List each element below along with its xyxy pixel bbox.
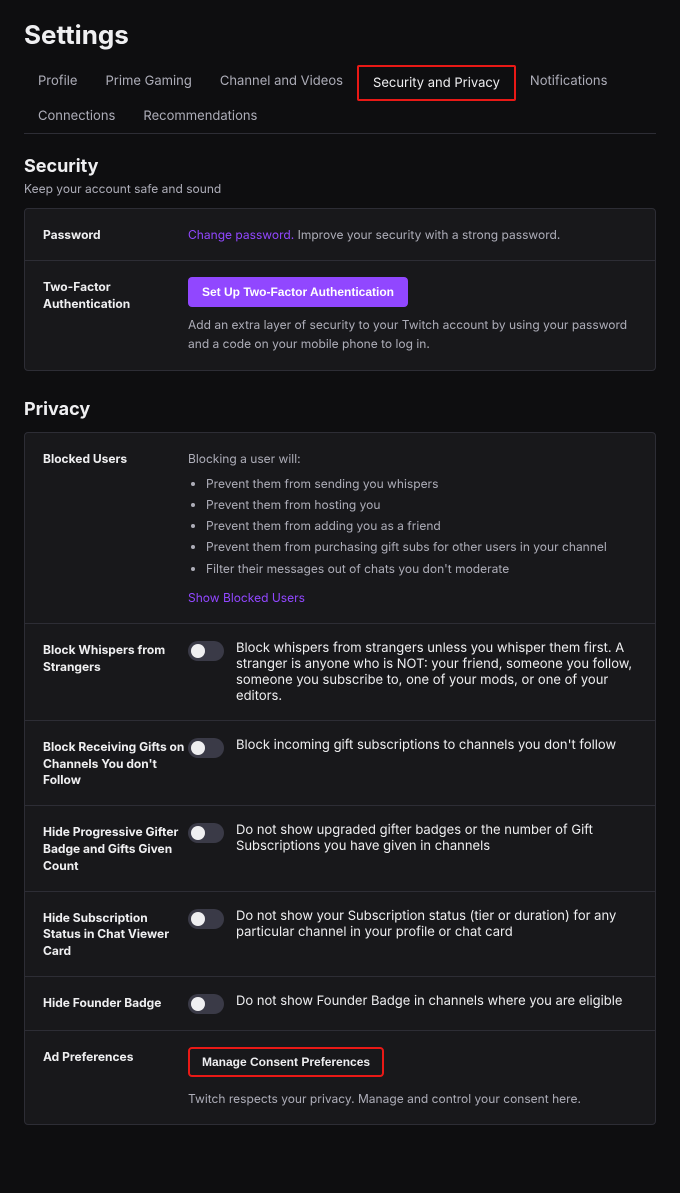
nav-security-privacy[interactable]: Security and Privacy [357,65,516,101]
security-table: Password Change password. Improve your s… [24,208,656,371]
ad-preferences-description: Twitch respects your privacy. Manage and… [188,1089,637,1108]
hide-gifter-badge-toggle[interactable] [188,823,224,843]
two-factor-row: Two-Factor Authentication Set Up Two-Fac… [25,261,655,369]
password-row: Password Change password. Improve your s… [25,209,655,261]
hide-founder-badge-description: Do not show Founder Badge in channels wh… [236,993,622,1009]
hide-founder-badge-toggle[interactable] [188,994,224,1014]
setup-2fa-button[interactable]: Set Up Two-Factor Authentication [188,277,408,307]
two-factor-content: Set Up Two-Factor Authentication Add an … [188,277,637,353]
password-label: Password [43,225,188,244]
hide-subscription-row: Hide Subscription Status in Chat Viewer … [25,892,655,977]
block-whispers-toggle[interactable] [188,641,224,661]
hide-gifter-badge-content: Do not show upgraded gifter badges or th… [188,822,637,854]
toggle-slider [188,641,224,661]
nav-connections[interactable]: Connections [24,100,129,134]
toggle-slider [188,823,224,843]
blocked-users-content: Blocking a user will: Prevent them from … [188,449,637,607]
blocked-users-label: Blocked Users [43,449,188,468]
hide-founder-badge-content: Do not show Founder Badge in channels wh… [188,993,637,1014]
block-whispers-label: Block Whispers from Strangers [43,640,188,676]
nav-notifications[interactable]: Notifications [516,65,622,101]
ad-preferences-label: Ad Preferences [43,1047,188,1066]
privacy-section-header: Privacy [24,399,656,420]
toggle-slider [188,994,224,1014]
hide-subscription-content: Do not show your Subscription status (ti… [188,908,637,940]
block-gifts-description: Block incoming gift subscriptions to cha… [236,737,616,753]
security-heading: Security [24,156,656,177]
manage-consent-button[interactable]: Manage Consent Preferences [188,1047,384,1077]
privacy-heading: Privacy [24,399,656,420]
hide-subscription-description: Do not show your Subscription status (ti… [236,908,637,940]
hide-subscription-label: Hide Subscription Status in Chat Viewer … [43,908,188,960]
change-password-link[interactable]: Change password. [188,227,294,242]
blocked-users-row: Blocked Users Blocking a user will: Prev… [25,433,655,624]
page-title: Settings [24,20,656,51]
hide-founder-badge-label: Hide Founder Badge [43,993,188,1012]
security-section-header: Security Keep your account safe and soun… [24,156,656,196]
list-item: Filter their messages out of chats you d… [206,559,637,578]
hide-gifter-badge-row: Hide Progressive Gifter Badge and Gifts … [25,806,655,891]
show-blocked-users-link[interactable]: Show Blocked Users [188,590,305,605]
list-item: Prevent them from sending you whispers [206,474,637,493]
ad-preferences-row: Ad Preferences Manage Consent Preference… [25,1031,655,1124]
block-whispers-row: Block Whispers from Strangers Block whis… [25,624,655,721]
two-factor-description: Add an extra layer of security to your T… [188,315,637,353]
hide-founder-badge-row: Hide Founder Badge Do not show Founder B… [25,977,655,1031]
block-whispers-content: Block whispers from strangers unless you… [188,640,637,704]
hide-gifter-badge-description: Do not show upgraded gifter badges or th… [236,822,637,854]
settings-page: Settings Profile Prime Gaming Channel an… [0,0,680,1193]
block-whispers-description: Block whispers from strangers unless you… [236,640,637,704]
hide-subscription-toggle[interactable] [188,909,224,929]
nav-prime-gaming[interactable]: Prime Gaming [91,65,205,101]
toggle-slider [188,738,224,758]
two-factor-label: Two-Factor Authentication [43,277,188,313]
block-gifts-row: Block Receiving Gifts on Channels You do… [25,721,655,806]
hide-gifter-badge-label: Hide Progressive Gifter Badge and Gifts … [43,822,188,874]
block-gifts-content: Block incoming gift subscriptions to cha… [188,737,637,758]
toggle-slider [188,909,224,929]
nav-profile[interactable]: Profile [24,65,91,101]
nav-recommendations[interactable]: Recommendations [129,100,271,134]
list-item: Prevent them from hosting you [206,495,637,514]
list-item: Prevent them from purchasing gift subs f… [206,537,637,556]
nav-channel-videos[interactable]: Channel and Videos [206,65,357,101]
privacy-table: Blocked Users Blocking a user will: Prev… [24,432,656,1126]
block-gifts-label: Block Receiving Gifts on Channels You do… [43,737,188,789]
password-description: Improve your security with a strong pass… [294,227,560,242]
ad-preferences-content: Manage Consent Preferences Twitch respec… [188,1047,637,1108]
security-subheading: Keep your account safe and sound [24,181,656,196]
settings-nav: Profile Prime Gaming Channel and Videos … [24,65,656,134]
blocked-users-list: Prevent them from sending you whispers P… [188,474,637,578]
block-gifts-toggle[interactable] [188,738,224,758]
password-content: Change password. Improve your security w… [188,225,637,244]
list-item: Prevent them from adding you as a friend [206,516,637,535]
blocked-users-intro: Blocking a user will: [188,449,637,468]
